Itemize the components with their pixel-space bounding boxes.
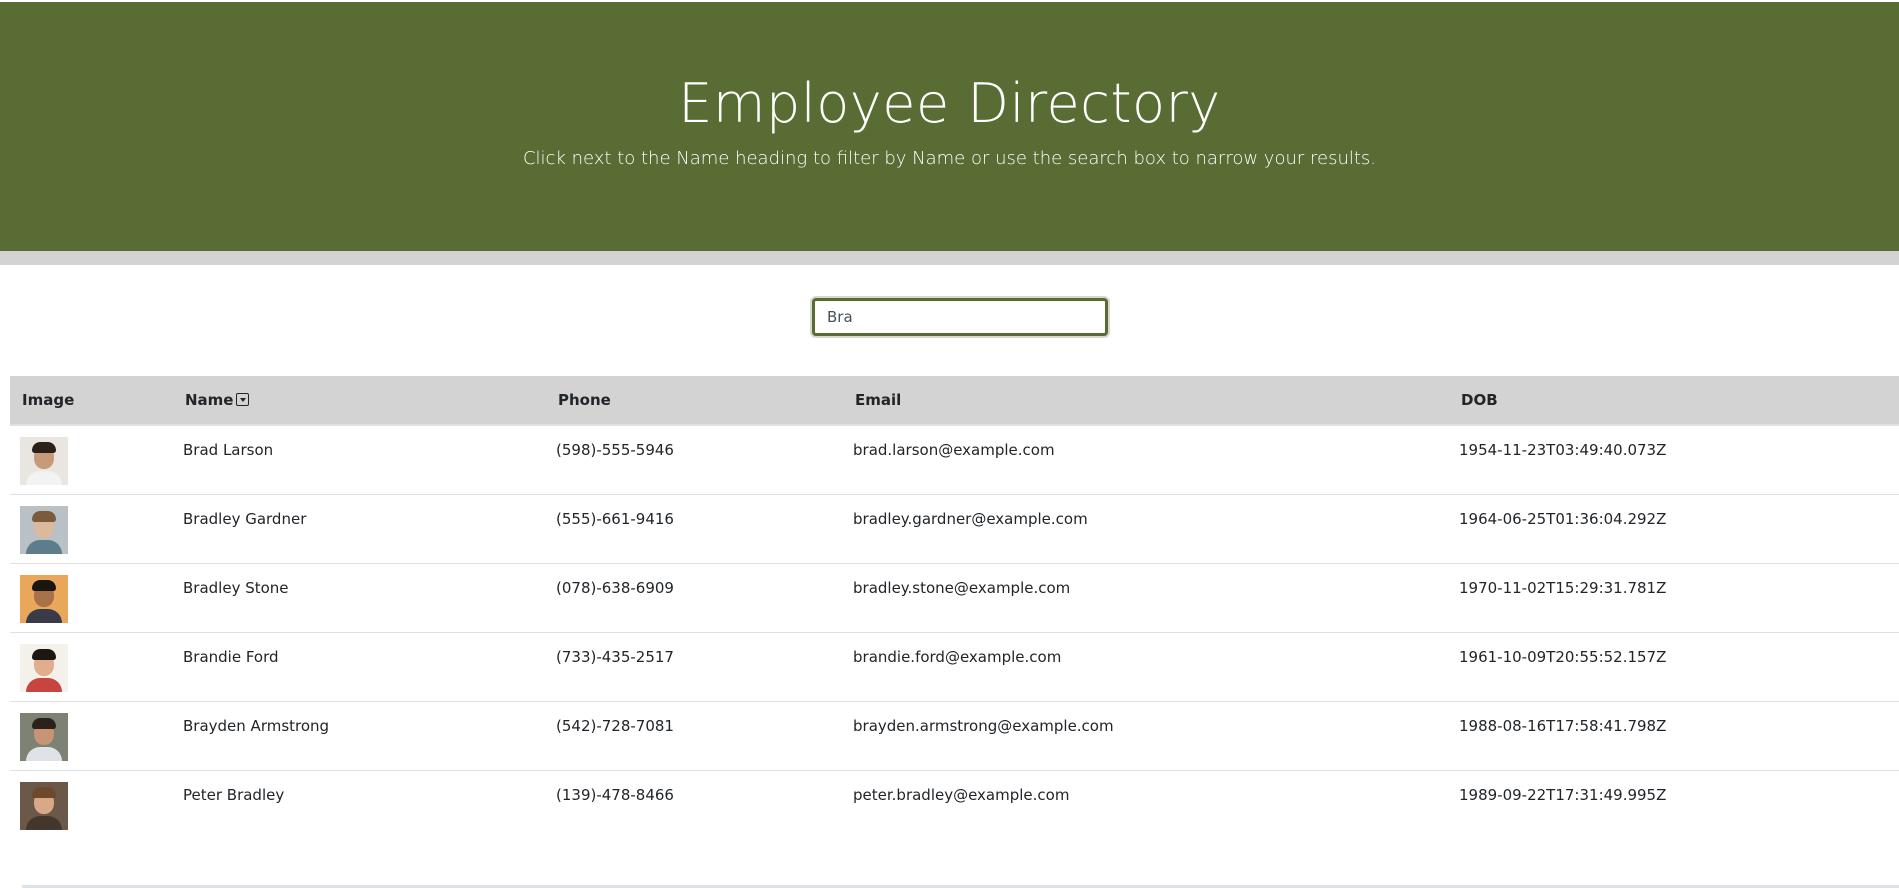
employee-phone: (139)-478-8466 xyxy=(556,786,674,804)
employee-email: brad.larson@example.com xyxy=(853,441,1055,459)
page-header: Employee Directory Click next to the Nam… xyxy=(0,2,1899,251)
avatar xyxy=(20,782,68,830)
employee-email: peter.bradley@example.com xyxy=(853,786,1070,804)
search-input[interactable] xyxy=(812,298,1108,336)
table-row: Peter Bradley (139)-478-8466 peter.bradl… xyxy=(10,771,1899,840)
employee-email: brandie.ford@example.com xyxy=(853,648,1062,666)
employee-name: Bradley Stone xyxy=(183,579,289,597)
employee-email: bradley.stone@example.com xyxy=(853,579,1071,597)
column-header-image: Image xyxy=(22,391,75,409)
avatar xyxy=(20,644,68,692)
employee-name: Bradley Gardner xyxy=(183,510,307,528)
avatar xyxy=(20,713,68,761)
employee-dob: 1961-10-09T20:55:52.157Z xyxy=(1459,648,1667,666)
employee-email: brayden.armstrong@example.com xyxy=(853,717,1114,735)
employee-phone: (555)-661-9416 xyxy=(556,510,674,528)
table-body: Brad Larson (598)-555-5946 brad.larson@e… xyxy=(10,426,1899,840)
sort-dropdown-icon[interactable] xyxy=(236,393,250,406)
table-header: Image Name Phone Email DOB xyxy=(10,376,1899,426)
employee-phone: (542)-728-7081 xyxy=(556,717,674,735)
table-row: Bradley Gardner (555)-661-9416 bradley.g… xyxy=(10,495,1899,564)
column-header-name-label: Name xyxy=(185,391,234,409)
employee-dob: 1964-06-25T01:36:04.292Z xyxy=(1459,510,1667,528)
table-row: Brad Larson (598)-555-5946 brad.larson@e… xyxy=(10,426,1899,495)
employee-name: Brayden Armstrong xyxy=(183,717,330,735)
table-row: Brayden Armstrong (542)-728-7081 brayden… xyxy=(10,702,1899,771)
table-row: Brandie Ford (733)-435-2517 brandie.ford… xyxy=(10,633,1899,702)
employee-phone: (733)-435-2517 xyxy=(556,648,674,666)
employee-email: bradley.gardner@example.com xyxy=(853,510,1088,528)
employee-table: Image Name Phone Email DOB Brad Larson (… xyxy=(10,376,1899,840)
column-header-email: Email xyxy=(855,391,902,409)
column-header-phone: Phone xyxy=(558,391,611,409)
header-divider xyxy=(0,251,1899,265)
table-row: Bradley Stone (078)-638-6909 bradley.sto… xyxy=(10,564,1899,633)
employee-name: Brad Larson xyxy=(183,441,274,459)
employee-dob: 1954-11-23T03:49:40.073Z xyxy=(1459,441,1667,459)
employee-dob: 1989-09-22T17:31:49.995Z xyxy=(1459,786,1667,804)
page-title: Employee Directory xyxy=(678,72,1221,135)
employee-phone: (598)-555-5946 xyxy=(556,441,674,459)
avatar xyxy=(20,437,68,485)
column-header-dob: DOB xyxy=(1461,391,1498,409)
avatar xyxy=(20,506,68,554)
employee-dob: 1988-08-16T17:58:41.798Z xyxy=(1459,717,1667,735)
column-header-name[interactable]: Name xyxy=(185,376,250,424)
avatar xyxy=(20,575,68,623)
employee-name: Peter Bradley xyxy=(183,786,285,804)
search-container xyxy=(812,298,1108,336)
employee-phone: (078)-638-6909 xyxy=(556,579,674,597)
employee-dob: 1970-11-02T15:29:31.781Z xyxy=(1459,579,1667,597)
employee-name: Brandie Ford xyxy=(183,648,279,666)
page-subtitle: Click next to the Name heading to filter… xyxy=(522,148,1377,169)
